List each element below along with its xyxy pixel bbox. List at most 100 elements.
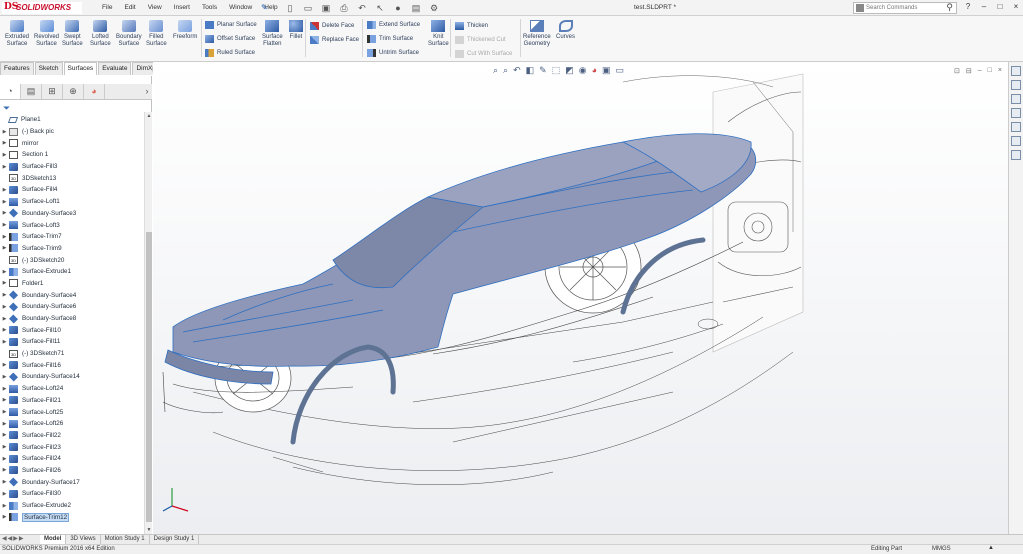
tree-item[interactable]: ▶ Surface-Loft3 <box>0 219 144 231</box>
custom-properties-icon[interactable] <box>1011 136 1021 146</box>
tree-item[interactable]: ▶ Surface-Trim7 <box>0 231 144 243</box>
expand-arrow-icon[interactable]: ▶ <box>0 374 9 380</box>
bottom-tab-design-study-1[interactable]: Design Study 1 <box>150 535 200 544</box>
expand-arrow-icon[interactable]: ▶ <box>0 164 9 170</box>
tree-item[interactable]: 3D 3DSketch13 <box>0 172 144 184</box>
tree-item[interactable]: ▶ Surface-Fill23 <box>0 441 144 453</box>
reference-geometry-button[interactable]: Reference Geometry <box>523 20 551 48</box>
expand-arrow-icon[interactable]: ▶ <box>0 152 9 158</box>
solidworks-resources-icon[interactable] <box>1011 66 1021 76</box>
replace-face-button[interactable]: Replace Face <box>310 36 359 44</box>
tree-item[interactable]: ▶ Surface-Fill10 <box>0 324 144 336</box>
tree-item[interactable]: ▶ Surface-Fill30 <box>0 488 144 500</box>
tree-item[interactable]: ▶ Section 1 <box>0 149 144 161</box>
menu-file[interactable]: File <box>96 4 118 11</box>
property-manager-tab-icon[interactable]: ▤ <box>21 84 42 99</box>
search-icon[interactable]: ⚲ <box>946 2 953 13</box>
close-button[interactable]: × <box>1010 2 1022 11</box>
search-commands[interactable]: Search Commands ⚲ <box>853 2 957 14</box>
expand-arrow-icon[interactable]: ▶ <box>0 409 9 415</box>
unit-system[interactable]: MMGS <box>932 546 951 552</box>
expand-arrow-icon[interactable]: ▶ <box>0 234 9 240</box>
tree-item[interactable]: ▶ Boundary-Surface17 <box>0 476 144 488</box>
extend-surface-button[interactable]: Extend Surface <box>367 21 420 29</box>
design-library-icon[interactable] <box>1011 80 1021 90</box>
expand-arrow-icon[interactable]: ▶ <box>0 140 9 146</box>
expand-arrow-icon[interactable]: ▶ <box>0 362 9 368</box>
tree-item[interactable]: ▶ Surface-Fill21 <box>0 395 144 407</box>
expand-arrow-icon[interactable]: ▶ <box>0 187 9 193</box>
tree-item[interactable]: 3D (-) 3DSketch71 <box>0 348 144 360</box>
tab-surfaces[interactable]: Surfaces <box>63 62 98 75</box>
expand-arrow-icon[interactable]: ▶ <box>0 397 9 403</box>
ruled-surface-button[interactable]: Ruled Surface <box>205 49 255 57</box>
tab-features[interactable]: Features <box>0 62 34 75</box>
forum-icon[interactable] <box>1011 150 1021 160</box>
tree-item[interactable]: ▶ Folder1 <box>0 278 144 290</box>
thickened-cut-button[interactable]: Thickened Cut <box>455 36 506 44</box>
planar-surface-button[interactable]: Planar Surface <box>205 21 257 29</box>
trim-surface-button[interactable]: Trim Surface <box>367 35 413 43</box>
revolved-surface-button[interactable]: Revolved Surface <box>34 20 59 48</box>
scroll-thumb[interactable] <box>146 232 152 522</box>
expand-arrow-icon[interactable]: ▶ <box>0 222 9 228</box>
file-explorer-icon[interactable] <box>1011 94 1021 104</box>
expand-arrow-icon[interactable]: ▶ <box>0 432 9 438</box>
menu-view[interactable]: View <box>142 4 168 11</box>
file-properties-icon[interactable]: ▤ <box>409 2 423 14</box>
pin-icon[interactable]: ✎ <box>261 3 268 12</box>
dimxpert-manager-tab-icon[interactable]: ⊕ <box>63 84 84 99</box>
tree-item[interactable]: ▶ Surface-Trim12 <box>0 511 144 523</box>
expand-arrow-icon[interactable]: ▶ <box>0 210 9 216</box>
tree-item[interactable]: ▶ Surface-Loft1 <box>0 196 144 208</box>
tree-item[interactable]: ▶ Surface-Loft25 <box>0 406 144 418</box>
tree-item[interactable]: ▶ Surface-Fill4 <box>0 184 144 196</box>
offset-surface-button[interactable]: Offset Surface <box>205 35 255 43</box>
swept-surface-button[interactable]: Swept Surface <box>62 20 83 48</box>
rebuild-icon[interactable]: ● <box>391 2 405 14</box>
search-input[interactable]: Search Commands <box>866 5 917 11</box>
curves-button[interactable]: Curves <box>556 20 575 41</box>
tree-item[interactable]: ▶ Surface-Fill24 <box>0 453 144 465</box>
search-scope-icon[interactable] <box>856 4 864 12</box>
tree-item[interactable]: ▶ Boundary-Surface8 <box>0 313 144 325</box>
tab-sketch[interactable]: Sketch <box>34 62 63 75</box>
bottom-tab-3d-views[interactable]: 3D Views <box>66 535 101 544</box>
tree-item[interactable]: ▶ mirror <box>0 137 144 149</box>
expand-arrow-icon[interactable]: ▶ <box>0 444 9 450</box>
print-icon[interactable]: ⎙ <box>337 2 351 14</box>
configuration-manager-tab-icon[interactable]: ⊞ <box>42 84 63 99</box>
tree-item[interactable]: ▶ Surface-Fill26 <box>0 465 144 477</box>
expand-arrow-icon[interactable]: ▶ <box>0 514 9 520</box>
untrim-surface-button[interactable]: Untrim Surface <box>367 49 419 57</box>
expand-panel-chevron-icon[interactable]: › <box>142 84 152 99</box>
cut-with-surface-button[interactable]: Cut With Surface <box>455 50 512 58</box>
lofted-surface-button[interactable]: Lofted Surface <box>90 20 111 48</box>
tree-item[interactable]: 3D (-) 3DSketch20 <box>0 254 144 266</box>
filter-icon[interactable]: ⏷ <box>3 103 10 114</box>
undo-icon[interactable]: ↶ <box>355 2 369 14</box>
tree-item[interactable]: ▶ Surface-Fill22 <box>0 430 144 442</box>
knit-surface-button[interactable]: Knit Surface <box>428 20 449 48</box>
options-gear-icon[interactable]: ⚙ <box>427 2 441 14</box>
expand-arrow-icon[interactable]: ▶ <box>0 280 9 286</box>
scroll-up-icon[interactable]: ▲ <box>145 113 153 119</box>
expand-arrow-icon[interactable]: ▶ <box>0 421 9 427</box>
extruded-surface-button[interactable]: Extruded Surface <box>5 20 29 48</box>
feature-manager-tab-icon[interactable]: ◔ <box>0 84 21 99</box>
select-arrow-icon[interactable]: ↖ <box>373 2 387 14</box>
tree-item[interactable]: ▶ Surface-Trim9 <box>0 243 144 255</box>
expand-arrow-icon[interactable]: ▶ <box>0 456 9 462</box>
expand-arrow-icon[interactable]: ▶ <box>0 503 9 509</box>
expand-arrow-icon[interactable]: ▶ <box>0 316 9 322</box>
tree-scrollbar[interactable]: ▲ ▼ <box>144 112 152 534</box>
tree-item[interactable]: ▶ Surface-Extrude2 <box>0 500 144 512</box>
tree-item[interactable]: ▶ Surface-Extrude1 <box>0 266 144 278</box>
filled-surface-button[interactable]: Filled Surface <box>146 20 167 48</box>
expand-arrow-icon[interactable]: ▶ <box>0 467 9 473</box>
expand-arrow-icon[interactable]: ▶ <box>0 292 9 298</box>
tab-scroll-arrows-icon[interactable]: ◀◀▶▶ <box>0 535 40 544</box>
menu-tools[interactable]: Tools <box>196 4 223 11</box>
tree-item[interactable]: ▶ Boundary-Surface3 <box>0 208 144 220</box>
tab-evaluate[interactable]: Evaluate <box>98 62 132 75</box>
